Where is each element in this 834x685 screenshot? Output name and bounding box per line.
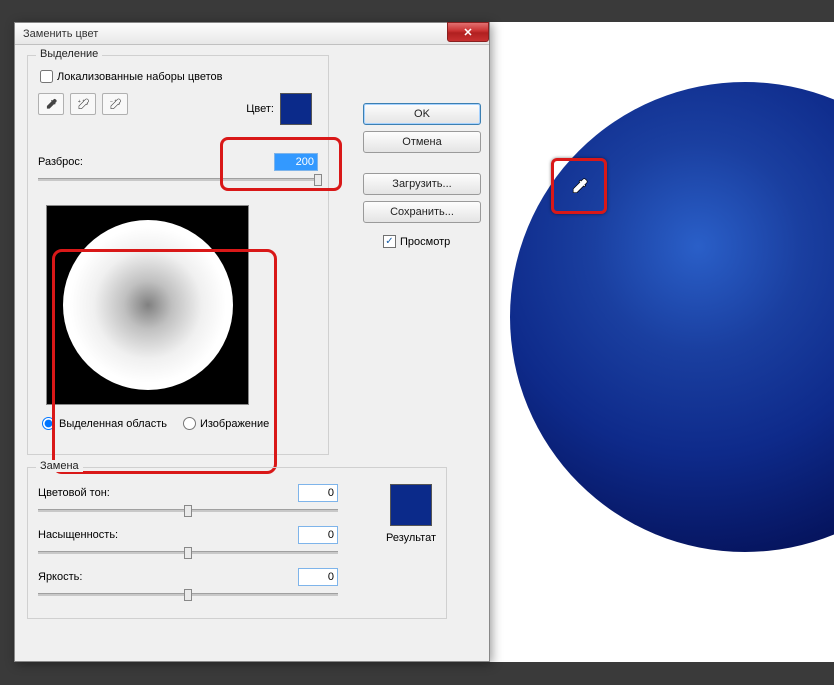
hue-group: Цветовой тон: bbox=[38, 484, 436, 518]
svg-text:−: − bbox=[110, 99, 113, 105]
saturation-slider-thumb[interactable] bbox=[184, 547, 192, 559]
localized-colors-checkbox[interactable] bbox=[40, 70, 53, 83]
eyedropper-subtract-icon: − bbox=[108, 97, 122, 111]
hue-slider-thumb[interactable] bbox=[184, 505, 192, 517]
save-button[interactable]: Сохранить... bbox=[363, 201, 481, 223]
titlebar-text: Заменить цвет bbox=[19, 28, 98, 40]
lightness-label: Яркость: bbox=[38, 571, 82, 583]
result-swatch-group: Результат bbox=[386, 484, 436, 544]
eyedropper-add-button[interactable]: + bbox=[70, 93, 96, 115]
localized-colors-row[interactable]: Локализованные наборы цветов bbox=[40, 70, 318, 83]
selected-color-swatch[interactable] bbox=[280, 93, 312, 125]
color-highlight-annotation bbox=[220, 137, 342, 191]
ok-button[interactable]: OK bbox=[363, 103, 481, 125]
lightness-slider-thumb[interactable] bbox=[184, 589, 192, 601]
eyedropper-cursor-icon bbox=[569, 176, 589, 196]
hue-input[interactable] bbox=[298, 484, 338, 502]
eyedropper-row: + − Цвет: bbox=[38, 93, 318, 137]
lightness-group: Яркость: bbox=[38, 568, 436, 602]
svg-text:+: + bbox=[78, 99, 81, 105]
lightness-input[interactable] bbox=[298, 568, 338, 586]
close-button[interactable]: ✕ bbox=[447, 22, 489, 42]
hue-slider[interactable] bbox=[38, 504, 338, 518]
saturation-slider[interactable] bbox=[38, 546, 338, 560]
eyedropper-icon bbox=[44, 97, 58, 111]
cancel-button[interactable]: Отмена bbox=[363, 131, 481, 153]
scatter-label: Разброс: bbox=[38, 156, 83, 168]
replace-legend: Замена bbox=[36, 460, 83, 472]
eyedropper-button[interactable] bbox=[38, 93, 64, 115]
canvas-area bbox=[490, 22, 834, 662]
saturation-label: Насыщенность: bbox=[38, 529, 118, 541]
eyedropper-subtract-button[interactable]: − bbox=[102, 93, 128, 115]
eyedropper-add-icon: + bbox=[76, 97, 90, 111]
saturation-input[interactable] bbox=[298, 526, 338, 544]
hue-label: Цветовой тон: bbox=[38, 487, 110, 499]
lightness-slider[interactable] bbox=[38, 588, 338, 602]
buttons-column: OK Отмена Загрузить... Сохранить... ✓ Пр… bbox=[363, 103, 481, 248]
preview-highlight-annotation bbox=[52, 249, 277, 474]
preview-label: Просмотр bbox=[400, 236, 450, 248]
result-label: Результат bbox=[386, 532, 436, 544]
load-button[interactable]: Загрузить... bbox=[363, 173, 481, 195]
result-swatch[interactable] bbox=[390, 484, 432, 526]
preview-checkbox-row[interactable]: ✓ Просмотр bbox=[383, 235, 481, 248]
titlebar[interactable]: Заменить цвет ✕ bbox=[15, 23, 489, 45]
close-icon: ✕ bbox=[463, 26, 472, 39]
replace-color-dialog: Заменить цвет ✕ Выделение Локализованные… bbox=[14, 22, 490, 662]
dialog-body: Выделение Локализованные наборы цветов +… bbox=[15, 45, 489, 661]
color-swatch-group: Цвет: bbox=[246, 93, 312, 125]
eyedropper-cursor-highlight bbox=[551, 158, 607, 214]
replace-fieldset: Замена Цветовой тон: Насыщенность: bbox=[27, 467, 447, 619]
localized-colors-label: Локализованные наборы цветов bbox=[57, 71, 223, 83]
preview-checkbox[interactable]: ✓ bbox=[383, 235, 396, 248]
saturation-group: Насыщенность: bbox=[38, 526, 436, 560]
selection-legend: Выделение bbox=[36, 48, 102, 60]
document-circle bbox=[510, 82, 834, 552]
color-label: Цвет: bbox=[246, 103, 274, 115]
